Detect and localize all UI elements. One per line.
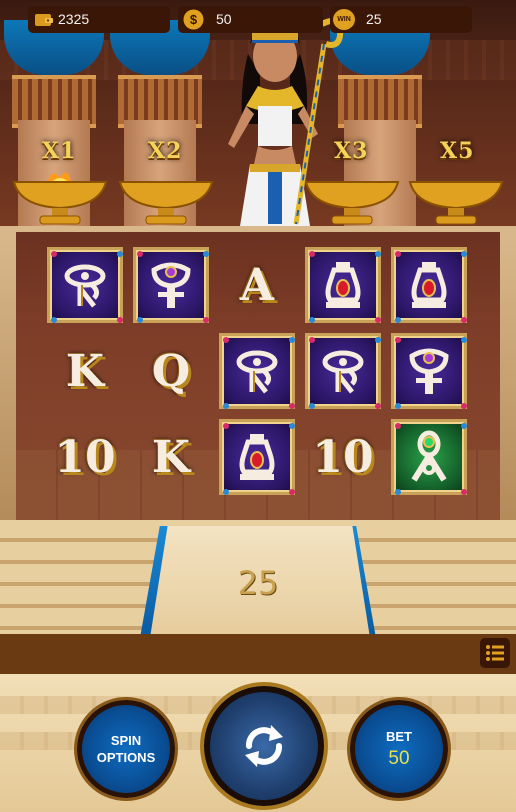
- eye-icon: [222, 336, 292, 406]
- spin-button[interactable]: [204, 686, 324, 806]
- reel-symbol-eye: [305, 333, 381, 409]
- reel-symbol-ankh-purple: [133, 247, 209, 323]
- coin-value-field: $ 50: [178, 6, 323, 33]
- ankh-purple-icon: [394, 336, 464, 406]
- bet-button[interactable]: BET 50: [350, 700, 448, 798]
- multiplier-label-5: X5: [440, 138, 475, 164]
- multiplier-label-1: X1: [42, 138, 77, 164]
- eye-icon: [308, 336, 378, 406]
- coin-value: 50: [216, 11, 232, 27]
- menu-list-icon: [486, 645, 504, 661]
- reel-symbol-eye: [219, 333, 295, 409]
- fire-bowl: [118, 181, 214, 225]
- symbol-letter: K: [65, 345, 105, 397]
- symbol-letter: 10: [312, 431, 374, 483]
- bet-value: 50: [388, 747, 410, 769]
- symbol-letter: 10: [54, 431, 116, 483]
- ankh-green-icon: [394, 422, 464, 492]
- multiplier-label-2: X2: [148, 138, 183, 164]
- reel-symbol-10: 10: [47, 419, 123, 495]
- menu-button[interactable]: [480, 638, 510, 668]
- reel-symbol-q: Q: [133, 333, 209, 409]
- win-badge-icon: WIN: [333, 9, 355, 30]
- reel-symbol-k: K: [47, 333, 123, 409]
- vase-icon: [308, 250, 378, 320]
- symbol-letter: A: [239, 259, 275, 311]
- game-scene: X1 X2 X3 X5 K 10 Q K A 10 25 2325 $ 50 W…: [0, 0, 516, 812]
- spin-options-label: SPIN OPTIONS: [96, 733, 156, 765]
- vase-icon: [394, 250, 464, 320]
- status-bar: [0, 634, 516, 674]
- bet-label: BET: [386, 728, 412, 744]
- reel-symbol-vase: [391, 247, 467, 323]
- coin-dollar-icon: $: [183, 9, 204, 30]
- reel-symbol-10: 10: [305, 419, 381, 495]
- eye-icon: [50, 250, 120, 320]
- symbol-letter: K: [151, 431, 191, 483]
- reel-symbol-eye: [47, 247, 123, 323]
- fire-bowl: [304, 181, 400, 225]
- win-field: WIN 25: [330, 6, 472, 33]
- refresh-arrows-icon: [245, 725, 283, 767]
- reel-symbol-a: A: [219, 247, 295, 323]
- reel-symbol-ankh-purple: [391, 333, 467, 409]
- fire-bowl: [408, 181, 504, 225]
- win-amount-display: 25: [237, 564, 279, 602]
- svg-text:$: $: [190, 12, 198, 27]
- balance-value: 2325: [58, 11, 90, 27]
- spin-options-button[interactable]: SPIN OPTIONS: [77, 700, 175, 798]
- reel-symbol-ankh-green: [391, 419, 467, 495]
- slot-reel-grid: K 10 Q K A 10: [47, 247, 471, 499]
- balance-field: 2325: [28, 6, 170, 33]
- reel-symbol-vase: [219, 419, 295, 495]
- ankh-purple-icon: [136, 250, 206, 320]
- fire-bowl-lit: [12, 172, 108, 225]
- symbol-letter: Q: [151, 345, 191, 397]
- vase-icon: [222, 422, 292, 492]
- reel-symbol-k: K: [133, 419, 209, 495]
- wallet-icon: [35, 14, 53, 26]
- multiplier-label-3: X3: [334, 138, 369, 164]
- win-value: 25: [366, 11, 382, 27]
- reel-symbol-vase: [305, 247, 381, 323]
